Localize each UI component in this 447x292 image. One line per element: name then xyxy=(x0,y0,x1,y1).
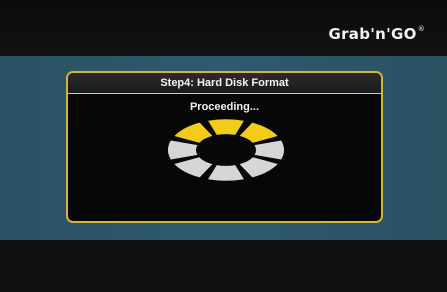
bottom-bar xyxy=(0,240,447,292)
logo-text: Grab'n'GO xyxy=(328,25,417,43)
dialog-title: Step4: Hard Disk Format xyxy=(68,73,381,94)
progress-segment xyxy=(254,140,284,160)
progress-segment xyxy=(174,122,213,143)
progress-segment xyxy=(208,165,244,181)
format-dialog: Step4: Hard Disk Format Proceeding... xyxy=(66,71,383,223)
top-bar: Grab'n'GO® xyxy=(0,0,447,56)
progress-segment xyxy=(168,140,198,160)
brand-logo: Grab'n'GO® xyxy=(328,25,425,43)
screen: Grab'n'GO® Step4: Hard Disk Format Proce… xyxy=(0,0,447,292)
progress-segment xyxy=(239,157,278,178)
progress-segment xyxy=(174,157,213,178)
progress-segment xyxy=(239,122,278,143)
progress-ring-icon xyxy=(168,119,284,181)
registered-mark: ® xyxy=(417,25,425,33)
status-text: Proceeding... xyxy=(189,101,260,113)
progress-segment xyxy=(208,119,244,135)
